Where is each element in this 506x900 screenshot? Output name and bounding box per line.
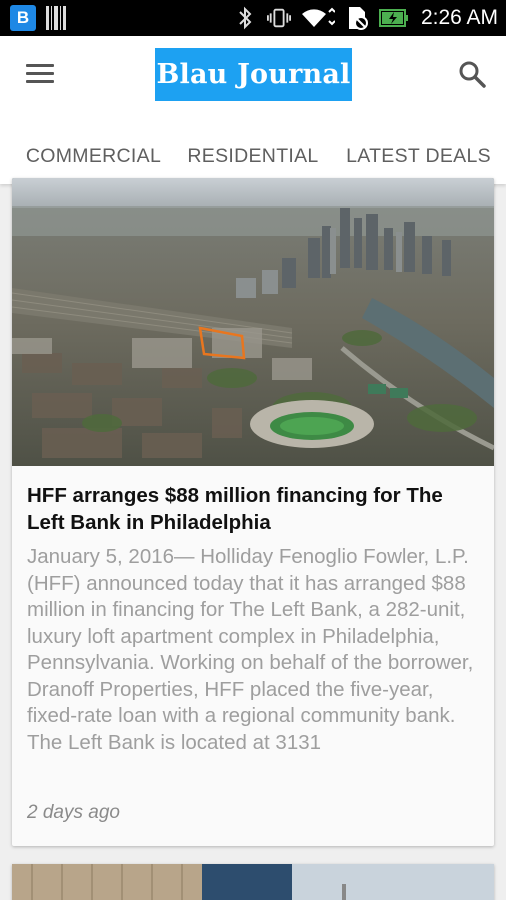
battery-charging-icon [378, 6, 409, 30]
barcode-notification-icon [46, 6, 67, 30]
article-excerpt: January 5, 2016— Holliday Fenoglio Fowle… [27, 545, 474, 754]
vibrate-icon [266, 6, 291, 30]
no-sim-icon [345, 6, 369, 30]
bluetooth-icon [233, 6, 257, 30]
article-card-next[interactable] [12, 864, 494, 900]
tab-commercial[interactable]: COMMERCIAL [12, 128, 175, 184]
logo[interactable]: Blau Journal [155, 48, 352, 101]
tab-bar: COMMERCIAL RESIDENTIAL LATEST DEALS [0, 128, 506, 184]
status-bar: B 2:26 AM [0, 0, 506, 36]
logo-text: Blau Journal [156, 59, 351, 90]
wifi-icon [301, 6, 335, 30]
app-notification-icon: B [10, 5, 36, 31]
search-icon[interactable] [458, 60, 488, 90]
article-image-next [12, 864, 494, 900]
tab-latest-deals[interactable]: LATEST DEALS [331, 128, 506, 184]
article-timestamp: 2 days ago [27, 802, 120, 823]
app-bar: Blau Journal COMMERCIAL RESIDENTIAL LATE… [0, 36, 506, 184]
article-title[interactable]: HFF arranges $88 million financing for T… [27, 482, 482, 536]
hamburger-menu-icon[interactable] [26, 64, 54, 88]
article-card[interactable]: HFF arranges $88 million financing for T… [12, 178, 494, 846]
article-image [12, 178, 494, 466]
status-time: 2:26 AM [420, 6, 498, 29]
tab-residential[interactable]: RESIDENTIAL [175, 128, 331, 184]
